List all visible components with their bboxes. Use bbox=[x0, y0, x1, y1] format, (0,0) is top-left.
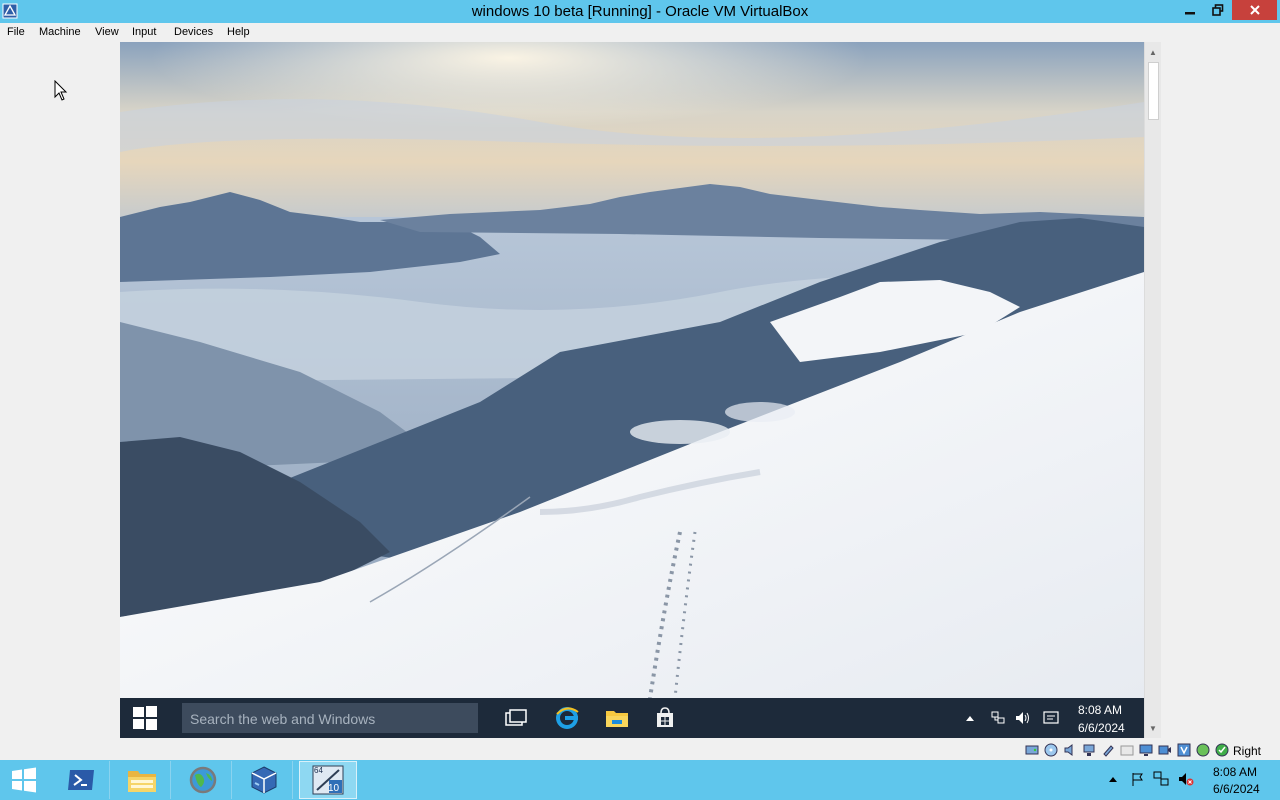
status-bar: Right Ctrl bbox=[0, 740, 1280, 772]
task-view-icon[interactable] bbox=[504, 706, 528, 730]
file-explorer-icon bbox=[127, 771, 156, 792]
start-icon bbox=[12, 767, 36, 793]
host-taskbar-file-explorer[interactable] bbox=[113, 761, 171, 799]
guest-display[interactable]: Search the web and Windows 8:08 AM 6/6/2… bbox=[120, 42, 1144, 738]
host-taskbar: 64 10 8:08 AM 6/6/2024 bbox=[0, 760, 1280, 800]
restore-button[interactable] bbox=[1204, 0, 1232, 20]
window-titlebar[interactable]: windows 10 beta [Running] - Oracle VM Vi… bbox=[0, 0, 1280, 23]
close-button[interactable] bbox=[1232, 0, 1277, 20]
network-icon[interactable] bbox=[989, 706, 1007, 730]
powershell-icon bbox=[67, 770, 94, 790]
scrollbar-thumb[interactable] bbox=[1148, 62, 1159, 120]
show-hidden-icons-icon[interactable] bbox=[963, 706, 977, 730]
guest-start-button[interactable] bbox=[120, 698, 170, 738]
mouse-pointer-icon bbox=[54, 80, 68, 101]
recording-icon[interactable] bbox=[1177, 743, 1191, 757]
cpu-icon[interactable] bbox=[1196, 743, 1210, 757]
hard-disk-icon[interactable] bbox=[1025, 743, 1039, 757]
guest-taskbar: Search the web and Windows 8:08 AM 6/6/2… bbox=[120, 698, 1144, 738]
restore-icon bbox=[1212, 4, 1224, 16]
host-taskbar-windows-10-vm[interactable]: 64 10 bbox=[299, 761, 357, 799]
edge-icon[interactable] bbox=[555, 706, 579, 730]
menu-machine[interactable]: Machine bbox=[39, 26, 81, 38]
scroll-up-arrow-icon[interactable]: ▲ bbox=[1145, 44, 1161, 60]
host-action-center-flag-icon[interactable] bbox=[1130, 771, 1146, 790]
guest-clock-date[interactable]: 6/6/2024 bbox=[1078, 721, 1125, 735]
mouse-integration-icon[interactable] bbox=[1215, 743, 1229, 757]
host-clock-date[interactable]: 6/6/2024 bbox=[1213, 782, 1260, 796]
guest-clock-time[interactable]: 8:08 AM bbox=[1078, 703, 1122, 717]
virtualbox-manager-icon bbox=[251, 766, 276, 794]
vertical-scrollbar[interactable]: ▲ ▼ bbox=[1144, 42, 1161, 738]
minimize-button[interactable] bbox=[1176, 0, 1204, 20]
minimize-icon bbox=[1185, 12, 1195, 15]
host-show-hidden-icons-icon[interactable] bbox=[1108, 772, 1118, 786]
host-start-button[interactable] bbox=[0, 761, 48, 799]
host-volume-muted-icon[interactable] bbox=[1177, 771, 1195, 790]
host-clock-time[interactable]: 8:08 AM bbox=[1213, 765, 1257, 779]
store-icon[interactable] bbox=[653, 706, 677, 730]
close-icon bbox=[1249, 5, 1260, 15]
action-center-icon[interactable] bbox=[1042, 706, 1060, 730]
shared-folders-icon[interactable] bbox=[1120, 743, 1134, 757]
optical-drive-icon[interactable] bbox=[1044, 743, 1058, 757]
volume-icon[interactable] bbox=[1014, 706, 1032, 730]
network-adapter-icon[interactable] bbox=[1082, 743, 1096, 757]
menu-file[interactable]: File bbox=[7, 26, 25, 38]
host-taskbar-network[interactable] bbox=[174, 761, 232, 799]
menu-input[interactable]: Input bbox=[132, 26, 156, 38]
vm-badge-top: 64 bbox=[314, 766, 323, 775]
windows-logo-icon bbox=[133, 706, 157, 730]
guest-search-box[interactable]: Search the web and Windows bbox=[182, 703, 478, 733]
usb-icon[interactable] bbox=[1101, 743, 1115, 757]
display-icon[interactable] bbox=[1139, 743, 1153, 757]
window-title: windows 10 beta [Running] - Oracle VM Vi… bbox=[471, 3, 809, 20]
host-taskbar-virtualbox-manager[interactable] bbox=[235, 761, 293, 799]
host-network-icon[interactable] bbox=[1153, 771, 1169, 790]
desktop-wallpaper[interactable] bbox=[120, 42, 1144, 698]
file-explorer-icon[interactable] bbox=[605, 706, 629, 730]
menu-view[interactable]: View bbox=[95, 26, 119, 38]
scroll-down-arrow-icon[interactable]: ▼ bbox=[1145, 720, 1161, 736]
host-taskbar-powershell[interactable] bbox=[52, 761, 110, 799]
vm-badge-bottom: 10 bbox=[328, 783, 340, 794]
menu-bar: File Machine View Input Devices Help bbox=[0, 24, 1280, 42]
audio-icon[interactable] bbox=[1063, 743, 1077, 757]
menu-help[interactable]: Help bbox=[227, 26, 250, 38]
menu-devices[interactable]: Devices bbox=[174, 26, 213, 38]
video-capture-icon[interactable] bbox=[1158, 743, 1172, 757]
network-globe-icon bbox=[189, 766, 216, 794]
